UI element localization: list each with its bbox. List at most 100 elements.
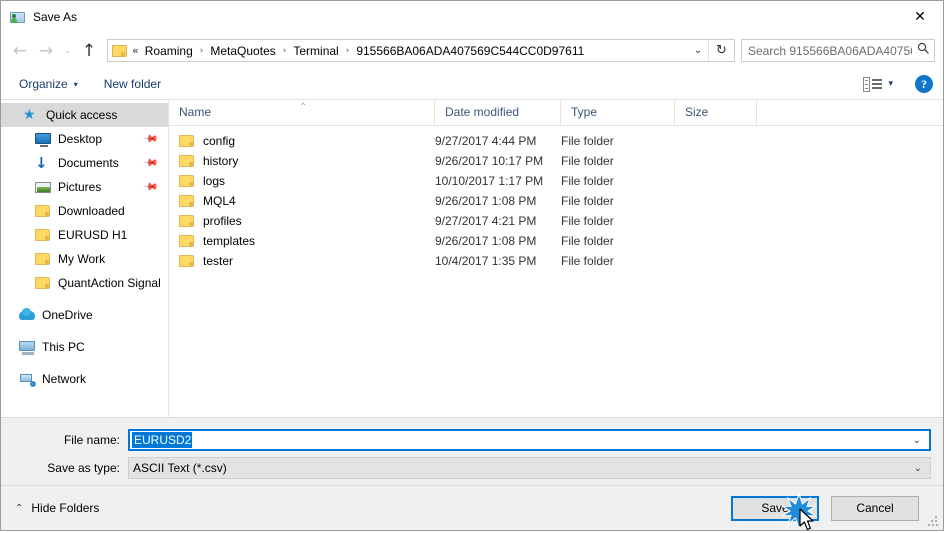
table-row[interactable]: tester 10/4/2017 1:35 PM File folder xyxy=(169,251,943,271)
sidebar-item-label: Quick access xyxy=(46,108,118,122)
sort-ascending-icon: ⌃ xyxy=(299,102,308,113)
folder-icon xyxy=(179,215,194,227)
pin-icon[interactable]: 📌 xyxy=(141,131,158,148)
forward-icon[interactable]: → xyxy=(33,38,59,64)
hide-folders-button[interactable]: ⌃ Hide Folders xyxy=(15,501,99,515)
download-arrow-icon: ↓ xyxy=(35,154,48,172)
column-header-name[interactable]: Name ⌃ xyxy=(169,100,435,125)
cancel-button[interactable]: Cancel xyxy=(831,495,919,521)
file-name-cell: history xyxy=(169,154,435,168)
search-box[interactable]: Search 915566BA06ADA40756... xyxy=(741,39,935,62)
save-as-dialog: Save As ✕ ← → ⌄ ↑ « Roaming › MetaQuotes… xyxy=(0,0,944,531)
up-icon[interactable]: ↑ xyxy=(76,38,102,64)
table-row[interactable]: history 9/26/2017 10:17 PM File folder xyxy=(169,151,943,171)
column-header-label: Name xyxy=(179,105,212,119)
title-bar: Save As ✕ xyxy=(1,1,943,32)
pin-icon[interactable]: 📌 xyxy=(141,155,158,172)
sidebar-item-downloaded[interactable]: Downloaded xyxy=(1,199,168,223)
chevron-down-icon[interactable]: ⌄ xyxy=(914,463,922,474)
new-folder-button[interactable]: New folder xyxy=(104,77,161,91)
file-type-cell: File folder xyxy=(561,254,614,268)
sidebar-item-label: Network xyxy=(42,372,87,386)
file-name-label: config xyxy=(203,134,236,148)
folder-icon xyxy=(179,235,194,247)
organize-button[interactable]: Organize ▾ xyxy=(19,77,78,91)
file-list-header: Name ⌃ Date modified Type Size xyxy=(169,100,943,126)
column-header-date-modified[interactable]: Date modified xyxy=(435,100,561,125)
monitor-icon xyxy=(35,131,51,147)
help-button[interactable]: ? xyxy=(915,75,933,93)
save-button[interactable]: Save xyxy=(731,492,819,530)
column-header-type[interactable]: Type xyxy=(561,100,675,125)
sidebar-item-network[interactable]: Network xyxy=(1,367,168,391)
folder-icon xyxy=(179,255,194,267)
sidebar-item-label: This PC xyxy=(42,340,85,354)
address-bar[interactable]: « Roaming › MetaQuotes › Terminal › 9155… xyxy=(107,39,735,62)
sidebar-item-eurusd-h1[interactable]: EURUSD H1 xyxy=(1,223,168,247)
chevron-down-icon[interactable]: ⌄ xyxy=(913,435,921,446)
file-name-value: EURUSD2 xyxy=(132,432,193,448)
search-icon xyxy=(912,42,934,59)
breadcrumb-overflow-icon[interactable]: « xyxy=(132,44,139,57)
network-icon xyxy=(19,371,36,387)
sidebar-item-quantaction-signal[interactable]: QuantAction Signal xyxy=(1,271,168,295)
table-row[interactable]: profiles 9/27/2017 4:21 PM File folder xyxy=(169,211,943,231)
file-date-cell: 10/10/2017 1:17 PM xyxy=(435,174,544,188)
back-icon[interactable]: ← xyxy=(7,38,33,64)
breadcrumb-item-0[interactable]: Roaming xyxy=(143,44,195,58)
column-header-size[interactable]: Size xyxy=(675,100,757,125)
file-name-label: tester xyxy=(203,254,234,268)
file-name-label: templates xyxy=(203,234,256,248)
file-name-label: profiles xyxy=(203,214,242,228)
search-input[interactable]: Search 915566BA06ADA40756... xyxy=(742,44,912,58)
sidebar-item-documents[interactable]: ↓ Documents 📌 xyxy=(1,151,168,175)
dialog-button-bar: ⌃ Hide Folders Save Cancel xyxy=(1,485,943,530)
file-name-cell: logs xyxy=(169,174,435,188)
table-row[interactable]: config 9/27/2017 4:44 PM File folder xyxy=(169,131,943,151)
breadcrumb-item-3[interactable]: 915566BA06ADA407569C544CC0D97611 xyxy=(354,44,586,58)
file-name-cell: MQL4 xyxy=(169,194,435,208)
sidebar-item-label: Pictures xyxy=(58,180,102,194)
file-date-cell: 9/26/2017 1:08 PM xyxy=(435,234,537,248)
sidebar-item-this-pc[interactable]: This PC xyxy=(1,335,168,359)
view-mode-icon[interactable] xyxy=(863,76,883,92)
sidebar-item-my-work[interactable]: My Work xyxy=(1,247,168,271)
mouse-cursor-icon xyxy=(799,507,814,530)
close-icon[interactable]: ✕ xyxy=(897,1,943,32)
file-name-row: File name: EURUSD2 ⌄ xyxy=(1,429,943,451)
table-row[interactable]: MQL4 9/26/2017 1:08 PM File folder xyxy=(169,191,943,211)
folder-icon xyxy=(179,155,194,167)
sidebar-item-quick-access[interactable]: ★ Quick access xyxy=(1,103,168,127)
new-folder-label: New folder xyxy=(103,77,162,91)
sidebar-item-pictures[interactable]: Pictures 📌 xyxy=(1,175,168,199)
breadcrumb-separator-icon[interactable]: › xyxy=(341,46,355,56)
save-form: File name: EURUSD2 ⌄ Save as type: ASCII… xyxy=(1,417,943,485)
save-as-type-select[interactable]: ASCII Text (*.csv) ⌄ xyxy=(128,457,931,479)
breadcrumb-separator-icon[interactable]: › xyxy=(195,46,209,56)
cancel-button-label: Cancel xyxy=(856,501,894,515)
address-dropdown-icon[interactable]: ⌄ xyxy=(689,40,707,61)
pin-icon[interactable]: 📌 xyxy=(141,179,158,196)
file-type-cell: File folder xyxy=(561,194,614,208)
table-row[interactable]: logs 10/10/2017 1:17 PM File folder xyxy=(169,171,943,191)
sidebar-item-onedrive[interactable]: OneDrive xyxy=(1,303,168,327)
breadcrumb-item-2[interactable]: Terminal xyxy=(291,44,340,58)
breadcrumb-separator-icon[interactable]: › xyxy=(278,46,292,56)
view-mode-chevron-icon[interactable]: ▾ xyxy=(888,79,893,89)
file-list-rows: config 9/27/2017 4:44 PM File folder his… xyxy=(169,126,943,417)
chevron-down-icon: ▾ xyxy=(73,79,78,89)
picture-icon xyxy=(35,179,51,195)
file-name-cell: templates xyxy=(169,234,435,248)
recent-locations-icon[interactable]: ⌄ xyxy=(59,38,76,64)
sidebar-item-label: My Work xyxy=(58,252,106,266)
file-name-input[interactable]: EURUSD2 ⌄ xyxy=(128,429,931,451)
breadcrumb-item-1[interactable]: MetaQuotes xyxy=(208,44,277,58)
refresh-icon[interactable]: ↻ xyxy=(708,40,734,61)
sidebar-item-desktop[interactable]: Desktop 📌 xyxy=(1,127,168,151)
table-row[interactable]: templates 9/26/2017 1:08 PM File folder xyxy=(169,231,943,251)
file-date-cell: 9/26/2017 10:17 PM xyxy=(435,154,544,168)
resize-grip[interactable] xyxy=(928,516,939,527)
window-title: Save As xyxy=(33,9,78,24)
